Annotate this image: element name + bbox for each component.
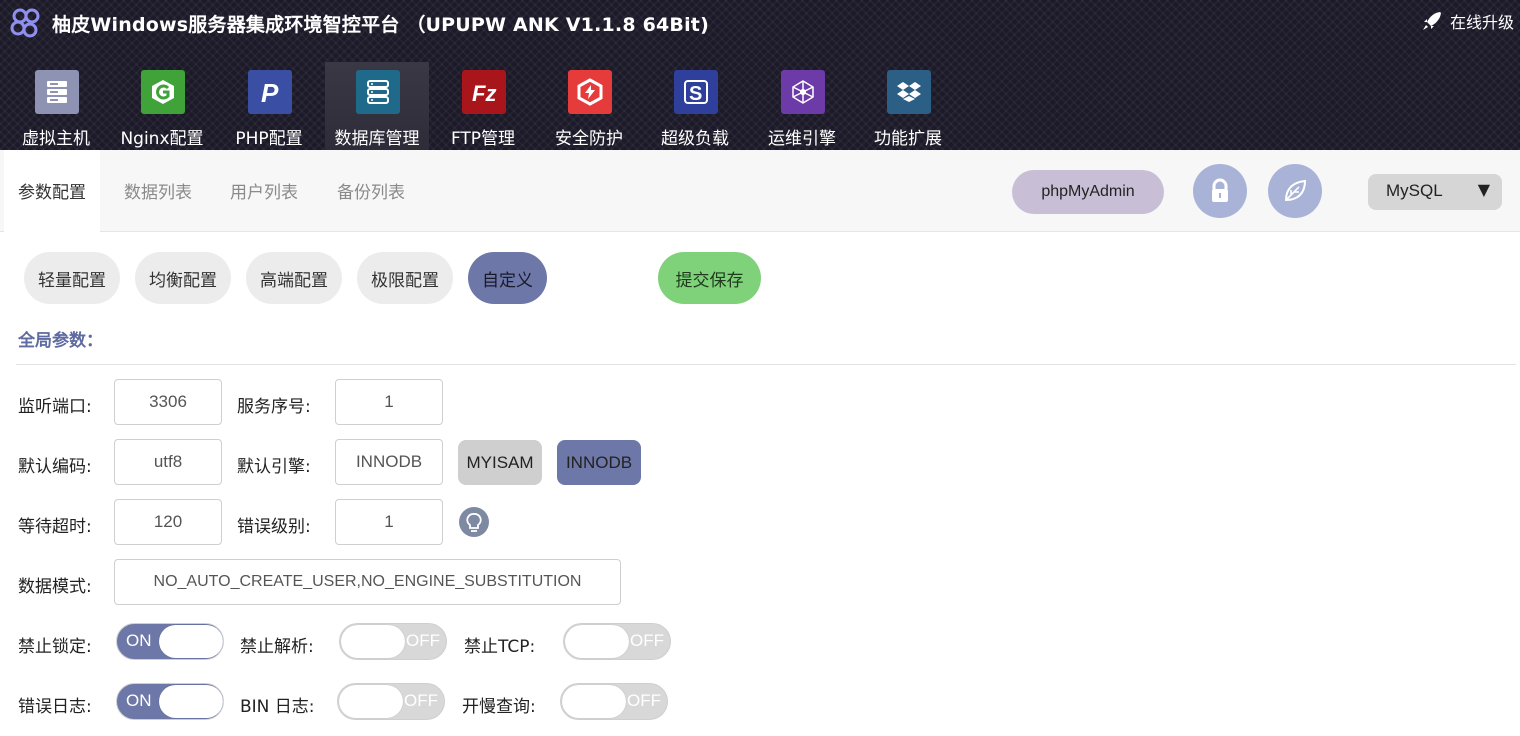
app-title: 柚皮Windows服务器集成环境智控平台 （UPUPW ANK V1.1.8 6… — [52, 14, 709, 36]
phpmyadmin-button[interactable]: phpMyAdmin — [1012, 170, 1164, 214]
chevron-down-icon: ▼ — [1477, 180, 1490, 199]
nav-label: PHP配置 — [235, 129, 303, 149]
toggle-state: OFF — [627, 691, 661, 710]
port-label: 监听端口: — [18, 397, 92, 417]
nav-item-nginx[interactable]: Nginx配置 — [110, 62, 214, 150]
engine-myisam-button[interactable]: MYISAM — [458, 440, 542, 485]
toggle-state: OFF — [404, 691, 438, 710]
sql-mode-label: 数据模式: — [18, 577, 92, 597]
nav-label: Nginx配置 — [120, 129, 204, 149]
php-icon: P — [248, 70, 292, 114]
shield-icon — [568, 70, 612, 114]
slow-query-label: 开慢查询: — [462, 697, 536, 717]
engine-label: 默认引擎: — [237, 457, 311, 477]
skip-tcp-label: 禁止TCP: — [464, 637, 536, 657]
svg-text:S: S — [689, 83, 702, 105]
nav-label: 虚拟主机 — [22, 129, 90, 149]
tab-user-list[interactable]: 用户列表 — [230, 150, 298, 232]
load-icon: S — [674, 70, 718, 114]
nav-label: 运维引擎 — [768, 129, 836, 149]
skip-resolve-label: 禁止解析: — [240, 637, 314, 657]
skip-tcp-toggle[interactable]: OFF — [563, 623, 671, 660]
database-type-value: MySQL — [1386, 181, 1443, 200]
tab-backup-list[interactable]: 备份列表 — [337, 150, 405, 232]
preset-balanced-button[interactable]: 均衡配置 — [135, 252, 231, 304]
lightbulb-icon[interactable] — [459, 507, 489, 537]
upgrade-label: 在线升级 — [1450, 13, 1515, 32]
toggle-state: OFF — [406, 631, 440, 650]
nav-item-virtual-host[interactable]: 虚拟主机 — [4, 62, 108, 150]
toggle-state: ON — [126, 691, 152, 710]
nav-label: 数据库管理 — [334, 129, 420, 149]
rocket-icon — [1423, 12, 1441, 30]
nav-label: 超级负载 — [661, 129, 729, 149]
skip-resolve-toggle[interactable]: OFF — [339, 623, 447, 660]
preset-light-button[interactable]: 轻量配置 — [24, 252, 120, 304]
upupw-logo-icon — [10, 8, 40, 38]
filezilla-icon: Fz — [462, 70, 506, 114]
nav-item-ops-engine[interactable]: 运维引擎 — [750, 62, 854, 150]
skip-lock-toggle[interactable]: ON — [116, 623, 224, 660]
nav-item-extensions[interactable]: 功能扩展 — [856, 62, 960, 150]
bin-log-toggle[interactable]: OFF — [337, 683, 445, 720]
svg-text:P: P — [261, 78, 279, 107]
preset-custom-button[interactable]: 自定义 — [468, 252, 547, 304]
online-upgrade-button[interactable]: 在线升级 — [1420, 9, 1514, 33]
error-level-input[interactable]: 1 — [335, 499, 443, 545]
skip-lock-label: 禁止锁定: — [18, 637, 92, 657]
nav-item-super-load[interactable]: S 超级负载 — [643, 62, 747, 150]
port-input[interactable]: 3306 — [114, 379, 222, 425]
database-type-select[interactable]: MySQL ▼ — [1368, 174, 1502, 210]
nginx-icon — [141, 70, 185, 114]
toggle-knob — [341, 625, 405, 658]
nav-label: FTP管理 — [450, 129, 516, 149]
timeout-input[interactable]: 120 — [114, 499, 222, 545]
svg-text:Fz: Fz — [472, 81, 496, 106]
error-level-label: 错误级别: — [237, 517, 311, 537]
charset-label: 默认编码: — [18, 457, 92, 477]
app-header: 柚皮Windows服务器集成环境智控平台 （UPUPW ANK V1.1.8 6… — [0, 0, 1520, 150]
toggle-knob — [565, 625, 629, 658]
server-id-label: 服务序号: — [237, 397, 311, 417]
timeout-label: 等待超时: — [18, 517, 92, 537]
toggle-state: ON — [126, 631, 152, 650]
toggle-knob — [159, 625, 223, 658]
leaf-icon — [1284, 179, 1307, 202]
database-icon — [356, 70, 400, 114]
engine-input[interactable]: INNODB — [335, 439, 443, 485]
divider — [16, 364, 1516, 365]
preset-extreme-button[interactable]: 极限配置 — [357, 252, 453, 304]
error-log-label: 错误日志: — [18, 697, 92, 717]
submit-save-button[interactable]: 提交保存 — [658, 252, 761, 304]
section-title: 全局参数： — [18, 331, 103, 351]
server-icon — [35, 70, 79, 114]
lock-button[interactable] — [1193, 164, 1247, 218]
nav-item-php[interactable]: P PHP配置 — [217, 62, 321, 150]
sub-tab-bar: 参数配置 数据列表 用户列表 备份列表 phpMyAdmin MySQL ▼ — [0, 150, 1520, 232]
nav-label: 功能扩展 — [874, 129, 942, 149]
dropbox-icon — [887, 70, 931, 114]
toggle-knob — [159, 685, 223, 718]
nav-item-ftp[interactable]: Fz FTP管理 — [431, 62, 535, 150]
network-icon — [781, 70, 825, 114]
nav-label: 安全防护 — [555, 129, 623, 149]
nav-item-security[interactable]: 安全防护 — [537, 62, 641, 150]
toggle-knob — [339, 685, 403, 718]
toggle-state: OFF — [630, 631, 664, 650]
tab-data-list[interactable]: 数据列表 — [124, 150, 192, 232]
error-log-toggle[interactable]: ON — [116, 683, 224, 720]
lock-icon — [1212, 178, 1228, 202]
charset-input[interactable]: utf8 — [114, 439, 222, 485]
leaf-button[interactable] — [1268, 164, 1322, 218]
nav-item-database[interactable]: 数据库管理 — [325, 62, 429, 150]
slow-query-toggle[interactable]: OFF — [560, 683, 668, 720]
sql-mode-input[interactable]: NO_AUTO_CREATE_USER,NO_ENGINE_SUBSTITUTI… — [114, 559, 621, 605]
server-id-input[interactable]: 1 — [335, 379, 443, 425]
engine-innodb-button[interactable]: INNODB — [557, 440, 641, 485]
toggle-knob — [562, 685, 626, 718]
tab-params-config[interactable]: 参数配置 — [4, 150, 100, 232]
bin-log-label: BIN 日志: — [240, 697, 315, 717]
preset-high-button[interactable]: 高端配置 — [246, 252, 342, 304]
